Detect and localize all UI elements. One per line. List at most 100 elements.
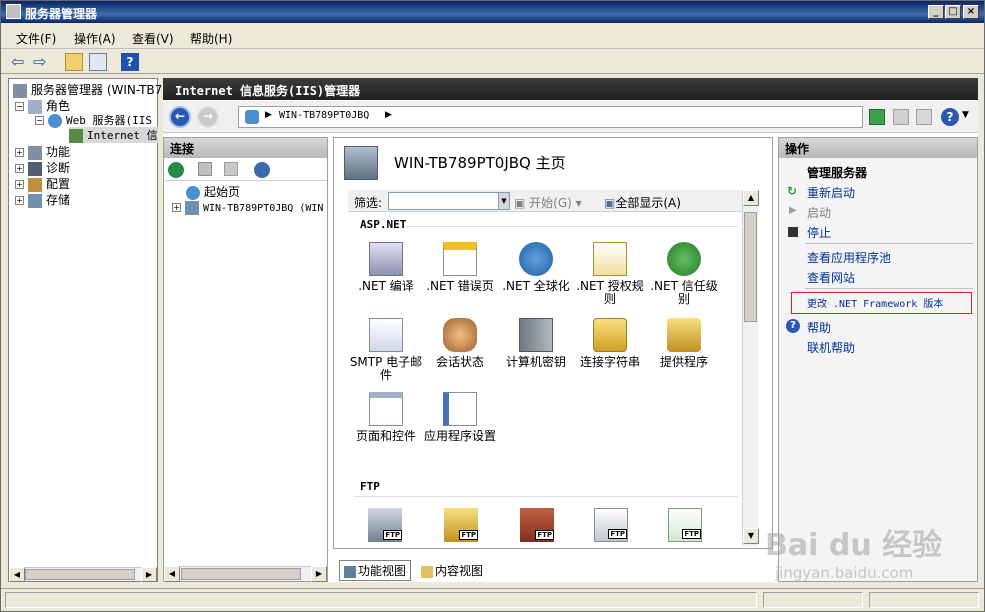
- nav-forward-button[interactable]: →: [197, 106, 219, 128]
- baidu-watermark: Bai du 经验 jingyan.baidu.com: [765, 520, 975, 590]
- feature-net-trust[interactable]: .NET 信任级别: [646, 242, 722, 306]
- tree-item-config[interactable]: + 配置: [15, 175, 70, 192]
- show-all-icon: ▣: [604, 196, 616, 210]
- feature-app-settings[interactable]: 应用程序设置: [422, 392, 498, 443]
- machine-key-icon: [519, 318, 553, 352]
- window-title: 服务器管理器: [25, 7, 98, 21]
- view-app-pools-link[interactable]: 查看应用程序池: [807, 249, 891, 266]
- tree-item-features[interactable]: + 功能: [15, 143, 70, 160]
- up-folder-icon[interactable]: [65, 53, 83, 71]
- tree-root[interactable]: 服务器管理器 (WIN-TB7: [13, 81, 162, 98]
- binoculars-icon: ▣: [514, 196, 526, 210]
- tree-item-storage[interactable]: + 存储: [15, 191, 70, 208]
- maximize-button[interactable]: □: [945, 5, 961, 19]
- help-link[interactable]: 帮助: [807, 319, 831, 336]
- address-bar[interactable]: ▶ WIN-TB789PT0JBQ ▶: [238, 106, 863, 128]
- group-divider: [354, 496, 738, 497]
- feature-net-error-pages[interactable]: .NET 错误页: [422, 242, 498, 293]
- tab-features-view[interactable]: 功能视图: [339, 560, 412, 581]
- connections-pane: 连接 起始页 + WIN-TB789PT0JBQ (WIN ◀ ▶: [163, 137, 328, 582]
- tree-item-web-server[interactable]: − Web 服务器(IIS: [35, 112, 152, 128]
- features-view: WIN-TB789PT0JBQ 主页 筛选: ▼ ▣ 开始(G) ▾ ▣全部显示…: [333, 137, 773, 549]
- ftp-feature-row: FTP FTP FTP FTP FTP: [334, 502, 740, 546]
- tab-content-view[interactable]: 内容视图: [417, 561, 487, 580]
- feature-pages-controls[interactable]: 页面和控件: [348, 392, 424, 443]
- features-view-icon: [344, 565, 356, 578]
- console-tree-icon[interactable]: [89, 53, 107, 71]
- help-icon[interactable]: ?: [121, 53, 139, 71]
- home-icon[interactable]: [916, 109, 932, 125]
- menu-view[interactable]: 查看(V): [132, 30, 174, 47]
- online-help-link[interactable]: 联机帮助: [807, 339, 855, 356]
- help-icon[interactable]: ?: [941, 108, 959, 126]
- feature-providers[interactable]: 提供程序: [646, 318, 722, 369]
- filter-input[interactable]: [388, 192, 508, 210]
- page-title: WIN-TB789PT0JBQ 主页: [394, 154, 566, 172]
- ftp-feature-3[interactable]: FTP: [520, 508, 554, 542]
- show-all-button[interactable]: ▣全部显示(A): [604, 194, 681, 211]
- console-tree: 服务器管理器 (WIN-TB7 − 角色 − Web 服务器(IIS Interne…: [8, 78, 162, 582]
- ftp-feature-5[interactable]: FTP: [668, 508, 702, 542]
- tree-item-server[interactable]: + WIN-TB789PT0JBQ (WIN: [172, 200, 323, 215]
- watermark-url: jingyan.baidu.com: [775, 564, 914, 582]
- up-icon[interactable]: [224, 162, 238, 176]
- feature-machine-key[interactable]: 计算机密钥: [498, 318, 574, 369]
- tree-item-start-page[interactable]: 起始页: [186, 183, 240, 200]
- chevron-down-icon[interactable]: ▼: [962, 110, 969, 120]
- start-link[interactable]: 启动: [807, 204, 831, 221]
- connections-horizontal-scrollbar[interactable]: ◀ ▶: [164, 566, 327, 582]
- actions-header: 操作: [779, 138, 977, 158]
- stop-icon[interactable]: [893, 109, 909, 125]
- chevron-right-icon: ▶: [265, 110, 272, 120]
- feature-smtp-email[interactable]: SMTP 电子邮件: [348, 318, 424, 382]
- providers-icon: [667, 318, 701, 352]
- minimize-button[interactable]: _: [928, 5, 944, 19]
- ftp-feature-4[interactable]: FTP: [594, 508, 628, 542]
- actions-pane: 操作 管理服务器 ↻ 重新启动 ▶ 启动 停止 查看应用程序池 查看网站 更改 …: [778, 137, 978, 582]
- server-manager-icon: [13, 83, 27, 98]
- group-aspnet: ASP.NET: [360, 218, 407, 231]
- filter-label: 筛选:: [354, 196, 383, 210]
- iis-icon: [69, 128, 83, 143]
- connect-globe-icon[interactable]: [168, 162, 184, 178]
- tree-item-iis[interactable]: Internet 信: [69, 127, 158, 143]
- menu-action[interactable]: 操作(A): [74, 30, 116, 47]
- group-divider: [404, 226, 738, 227]
- features-vertical-scrollbar[interactable]: ▲ ▼: [742, 190, 759, 546]
- trust-check-icon: [667, 242, 701, 276]
- ftp-feature-1[interactable]: FTP: [368, 508, 402, 542]
- restart-link[interactable]: 重新启动: [807, 184, 855, 201]
- save-icon[interactable]: [198, 162, 212, 176]
- menu-file[interactable]: 文件(F): [16, 30, 56, 47]
- forward-icon[interactable]: ⇨: [33, 53, 51, 71]
- stop-icon: [788, 227, 798, 237]
- feature-net-compilation[interactable]: .NET 编译: [348, 242, 424, 293]
- ftp-feature-2[interactable]: FTP: [444, 508, 478, 542]
- refresh-icon[interactable]: [869, 109, 885, 125]
- change-net-framework-link[interactable]: 更改 .NET Framework 版本: [807, 295, 943, 310]
- back-icon[interactable]: ⇦: [11, 53, 29, 71]
- menu-help[interactable]: 帮助(H): [190, 30, 232, 47]
- feature-connection-strings[interactable]: 连接字符串: [572, 318, 648, 369]
- start-filter-button[interactable]: ▣ 开始(G) ▾: [514, 194, 582, 211]
- config-icon: [28, 177, 42, 192]
- pages-controls-icon: [369, 392, 403, 426]
- address-text: WIN-TB789PT0JBQ: [279, 110, 370, 121]
- filter-dropdown[interactable]: ▼: [498, 192, 510, 210]
- database-icon: [593, 318, 627, 352]
- view-tabs: 功能视图 内容视图: [333, 558, 773, 582]
- delete-connection-icon[interactable]: [254, 162, 270, 178]
- feature-net-authorization[interactable]: .NET 授权规则: [572, 242, 648, 306]
- view-sites-link[interactable]: 查看网站: [807, 269, 855, 286]
- user-session-icon: [443, 318, 477, 352]
- stop-link[interactable]: 停止: [807, 224, 831, 241]
- menu-bar: 文件(F) 操作(A) 查看(V) 帮助(H): [1, 25, 984, 49]
- chevron-right-icon: ▶: [385, 110, 392, 120]
- nav-back-button[interactable]: ←: [169, 106, 191, 128]
- compile-icon: [369, 242, 403, 276]
- close-button[interactable]: ×: [963, 5, 979, 19]
- feature-session-state[interactable]: 会话状态: [422, 318, 498, 369]
- tree-item-diagnostics[interactable]: + 诊断: [15, 159, 70, 176]
- feature-net-globalization[interactable]: .NET 全球化: [498, 242, 574, 293]
- tree-horizontal-scrollbar[interactable]: ◀ ▶: [9, 567, 157, 582]
